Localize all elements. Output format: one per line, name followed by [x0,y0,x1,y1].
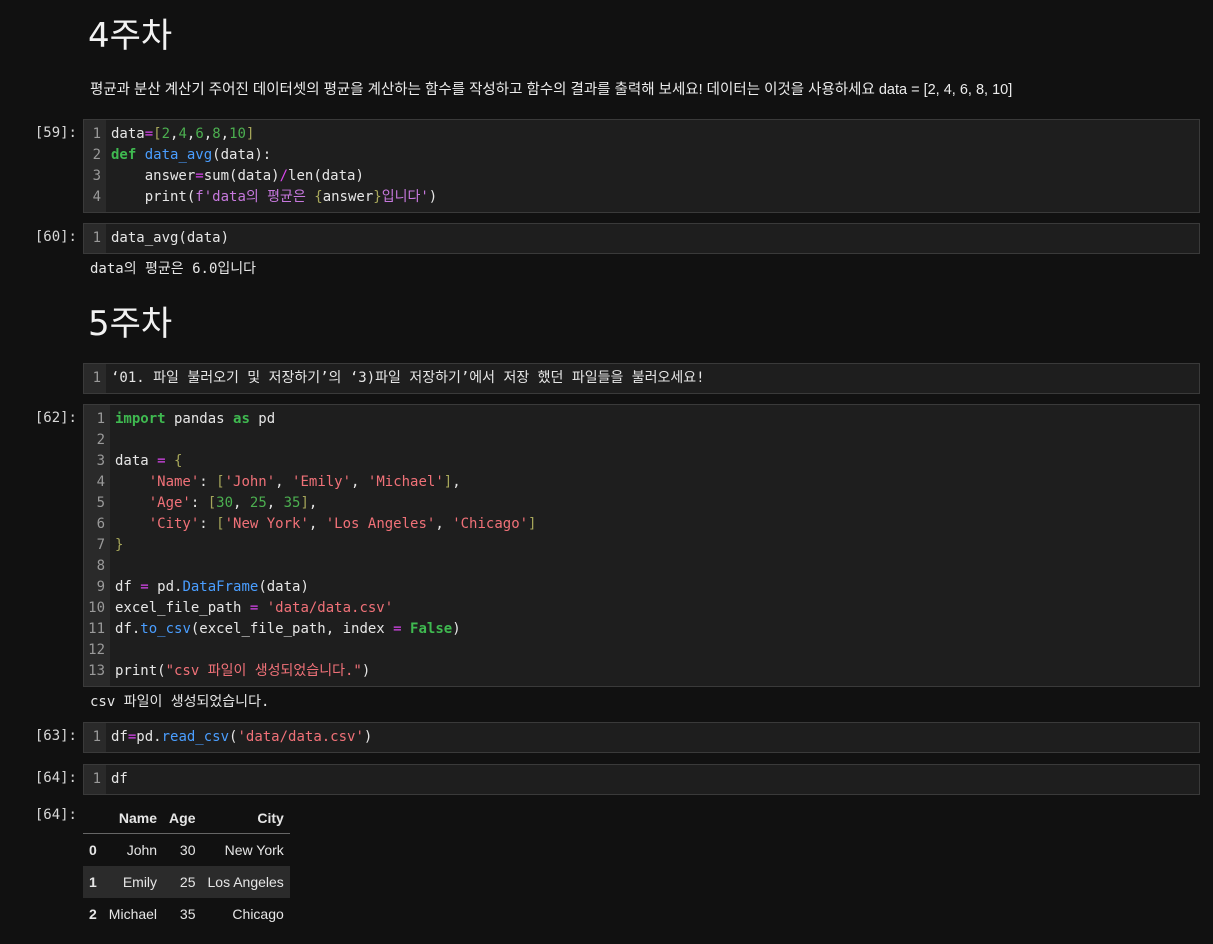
row-index: 0 [89,842,97,858]
code-line: excel_file_path = 'data/data.csv' [115,600,394,616]
cell-output-60: data의 평균은 6.0입니다 [90,261,257,277]
week4-description: 평균과 분산 계산기 주어진 데이터셋의 평균을 계산하는 함수를 작성하고 함… [90,82,1013,98]
code-line: import pandas as pd [115,411,276,427]
code-line: } [115,537,124,553]
table-header-age: Age [163,803,202,834]
code-line: answer=sum(data)/len(data) [111,168,364,184]
heading-week5: 5주차 [88,304,173,344]
code-line: df [111,771,128,787]
line-number: 8 [96,558,105,574]
code-line: df=pd.read_csv('data/data.csv') [111,729,373,745]
code-cell-62[interactable]: 1 import pandas as pd 2 3 data = { 4 'Name… [83,404,1200,687]
dataframe-table: Name Age City 0 John 30 New York 1 Emily… [83,803,290,930]
line-number: 3 [92,168,101,184]
table-header-city: City [201,803,290,834]
cell-city: New York [224,842,284,858]
cell-output-62: csv 파일이 생성되었습니다. [90,694,270,710]
code-cell-instruction[interactable]: 1 ‘01. 파일 불러오기 및 저장하기’의 ‘3)파일 저장하기’에서 저장 … [83,363,1200,394]
cell-age: 30 [179,842,196,858]
line-number: 4 [96,474,105,490]
line-number: 6 [96,516,105,532]
code-line: data = { [115,453,183,469]
cell-age: 35 [179,906,196,922]
cell-name: John [126,842,158,858]
code-line: print("csv 파일이 생성되었습니다.") [115,663,371,679]
code-cell-59[interactable]: 1 data=[2,4,6,8,10] 2 def data_avg(data): … [83,119,1200,213]
cell-age: 25 [179,874,196,890]
line-number: 13 [88,663,105,679]
code-line: df.to_csv(excel_file_path, index = False… [115,621,461,637]
code-line: print(f'data의 평균은 {answer}입니다') [111,189,438,205]
code-line: 'City': ['New York', 'Los Angeles', 'Chi… [148,516,537,532]
line-number: 5 [96,495,105,511]
line-number: 1 [92,126,101,142]
heading-week4: 4주차 [88,16,173,56]
table-header-row: Name Age City [83,803,290,834]
line-number: 1 [92,230,101,246]
line-number: 1 [92,370,101,386]
table-header-index [83,803,103,834]
code-line: def data_avg(data): [111,147,272,163]
line-number: 11 [88,621,105,637]
code-line: 'Name': ['John', 'Emily', 'Michael'], [148,474,461,490]
code-cell-64[interactable]: 1 df [83,764,1200,795]
code-line: ‘01. 파일 불러오기 및 저장하기’의 ‘3)파일 저장하기’에서 저장 했… [111,370,705,386]
line-number: 12 [88,642,105,658]
line-number: 1 [96,411,105,427]
code-line: data=[2,4,6,8,10] [111,126,255,142]
cell-city: Los Angeles [207,874,284,890]
cell-prompt-64: [64]: [34,770,77,786]
line-number: 4 [92,189,101,205]
line-number: 1 [92,771,101,787]
row-index: 1 [89,874,97,890]
line-number: 7 [96,537,105,553]
code-line: data_avg(data) [111,230,230,246]
cell-prompt-63: [63]: [34,728,77,744]
code-cell-60[interactable]: 1 data_avg(data) [83,223,1200,254]
line-number: 3 [96,453,105,469]
cell-city: Chicago [232,906,284,922]
table-header-name: Name [102,803,164,834]
line-number: 1 [92,729,101,745]
cell-prompt-59: [59]: [34,125,77,141]
code-cell-63[interactable]: 1 df=pd.read_csv('data/data.csv') [83,722,1200,753]
code-line: 'Age': [30, 25, 35], [148,495,318,511]
line-number: 9 [96,579,105,595]
line-number: 2 [96,432,105,448]
cell-name: Michael [108,906,158,922]
row-index: 2 [89,906,97,922]
code-line: df = pd.DataFrame(data) [115,579,309,595]
table-row: 0 John 30 New York [83,834,290,867]
table-row: 1 Emily 25 Los Angeles [83,866,290,898]
output-prompt-64: [64]: [34,807,77,823]
cell-prompt-60: [60]: [34,229,77,245]
cell-name: Emily [122,874,158,890]
table-row: 2 Michael 35 Chicago [83,898,290,930]
line-number: 10 [88,600,105,616]
line-number: 2 [92,147,101,163]
cell-prompt-62: [62]: [34,410,77,426]
